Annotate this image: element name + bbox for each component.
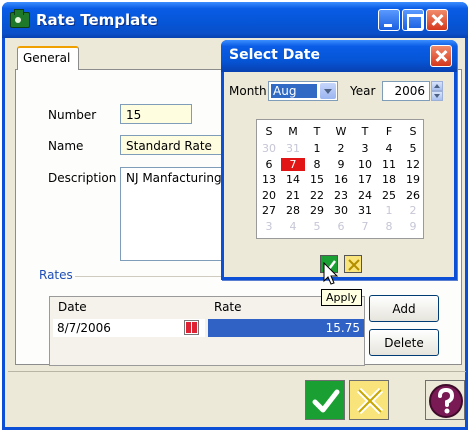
chevron-down-icon[interactable] <box>320 83 336 99</box>
calendar-day[interactable]: 2 <box>329 142 353 155</box>
calendar-day[interactable]: 28 <box>281 204 305 217</box>
calendar-day[interactable]: 10 <box>353 158 377 171</box>
calendar-day[interactable]: 21 <box>281 189 305 202</box>
month-label: Month <box>229 84 267 98</box>
calendar-day[interactable]: 25 <box>377 189 401 202</box>
popup-cancel-button[interactable] <box>344 255 362 273</box>
calendar-day[interactable]: 31 <box>281 142 305 155</box>
calendar-day[interactable]: 8 <box>377 220 401 233</box>
rates-section-label: Rates <box>39 268 73 282</box>
x-icon <box>348 259 360 271</box>
calendar-day[interactable]: 1 <box>377 204 401 217</box>
help-button[interactable] <box>425 380 465 420</box>
calendar-day[interactable]: 17 <box>353 173 377 186</box>
number-field[interactable]: 15 <box>120 104 192 124</box>
calendar-day[interactable]: 30 <box>257 142 281 155</box>
description-label: Description <box>48 171 117 185</box>
calendar-day[interactable]: 5 <box>401 142 425 155</box>
title-bar[interactable]: Rate Template <box>2 2 468 38</box>
calendar-day[interactable]: 22 <box>305 189 329 202</box>
mouse-cursor-icon <box>323 262 339 285</box>
calendar-day[interactable]: 18 <box>377 173 401 186</box>
calendar-day[interactable]: 9 <box>329 158 353 171</box>
calendar-day[interactable]: 20 <box>257 189 281 202</box>
calendar-day[interactable]: 30 <box>329 204 353 217</box>
spin-down-icon[interactable] <box>431 91 443 101</box>
calendar-icon[interactable] <box>184 320 199 335</box>
calendar-day[interactable]: 5 <box>305 220 329 233</box>
rate-row-rate-cell[interactable]: 15.75 <box>208 319 364 337</box>
calendar-day[interactable]: 9 <box>401 220 425 233</box>
column-header-rate[interactable]: Rate <box>214 300 242 314</box>
calendar-day[interactable]: 2 <box>401 204 425 217</box>
tab-general[interactable]: General <box>17 46 79 70</box>
name-field[interactable]: Standard Rate <box>120 135 226 155</box>
delete-button[interactable]: Delete <box>369 329 439 356</box>
checkmark-icon <box>312 389 340 413</box>
calendar-day[interactable]: 15 <box>305 173 329 186</box>
number-label: Number <box>48 108 97 122</box>
select-date-popup: Select Date Month Aug Year 2006 SMTWTFS3… <box>221 40 457 280</box>
calendar-day[interactable]: 26 <box>401 189 425 202</box>
weekday-header: S <box>265 125 273 138</box>
selected-day[interactable]: 7 <box>281 157 305 171</box>
calendar-day[interactable]: 24 <box>353 189 377 202</box>
popup-close-button[interactable] <box>430 45 452 67</box>
weekday-header: T <box>361 125 369 138</box>
calendar-day[interactable]: 16 <box>329 173 353 186</box>
calendar-day[interactable]: 8 <box>305 158 329 171</box>
ok-button[interactable] <box>305 380 345 420</box>
calendar-day[interactable]: 31 <box>353 204 377 217</box>
calendar-day[interactable]: 11 <box>377 158 401 171</box>
rates-divider <box>75 276 225 277</box>
weekday-header: F <box>385 125 393 138</box>
month-select[interactable]: Aug <box>268 81 338 101</box>
description-field[interactable]: NJ Manfacturing <box>120 167 226 261</box>
calendar-day[interactable]: 3 <box>257 220 281 233</box>
rate-row-date-cell[interactable]: 8/7/2006 <box>53 319 205 337</box>
question-mark-icon <box>429 384 463 418</box>
calendar-day[interactable]: 29 <box>305 204 329 217</box>
calendar-day[interactable]: 14 <box>281 173 305 186</box>
cancel-button[interactable] <box>349 380 389 420</box>
weekday-header: S <box>409 125 417 138</box>
calendar-day[interactable]: 13 <box>257 173 281 186</box>
year-stepper[interactable] <box>431 81 443 101</box>
calendar-day[interactable]: 23 <box>329 189 353 202</box>
apply-tooltip: Apply <box>321 289 363 306</box>
close-button[interactable] <box>426 9 448 31</box>
calendar-day[interactable]: 12 <box>401 158 425 171</box>
window-title: Rate Template <box>36 11 158 29</box>
add-button[interactable]: Add <box>369 295 439 322</box>
year-input[interactable]: 2006 <box>382 81 430 101</box>
calendar-day[interactable]: 6 <box>257 158 281 171</box>
spin-up-icon[interactable] <box>431 81 443 91</box>
calendar-day[interactable]: 4 <box>377 142 401 155</box>
popup-title-bar[interactable]: Select Date <box>221 40 457 72</box>
popup-title: Select Date <box>229 47 320 63</box>
weekday-header: W <box>335 125 347 138</box>
x-icon <box>356 387 384 415</box>
calendar-day[interactable]: 27 <box>257 204 281 217</box>
year-label: Year <box>350 84 376 98</box>
month-value: Aug <box>271 84 317 98</box>
calendar-day[interactable]: 4 <box>281 220 305 233</box>
maximize-button[interactable] <box>402 9 424 31</box>
app-icon <box>10 9 30 28</box>
weekday-header: M <box>288 125 298 138</box>
calendar-grid[interactable]: S M T W T F S 30 31 1 2 3 4 5 6 7 8 9 10 11 12 13 14 15 16 17 18 19… <box>256 119 424 239</box>
name-label: Name <box>48 139 84 153</box>
calendar-day[interactable]: 19 <box>401 173 425 186</box>
calendar-day[interactable]: 7 <box>353 220 377 233</box>
calendar-day[interactable]: 1 <box>305 142 329 155</box>
calendar-day[interactable]: 3 <box>353 142 377 155</box>
footer-divider <box>8 371 466 372</box>
rates-table[interactable]: Date Rate 8/7/2006 15.75 <box>49 296 365 366</box>
weekday-header: T <box>313 125 321 138</box>
minimize-button[interactable] <box>378 9 400 31</box>
calendar-day[interactable]: 6 <box>329 220 353 233</box>
column-header-date[interactable]: Date <box>58 300 87 314</box>
